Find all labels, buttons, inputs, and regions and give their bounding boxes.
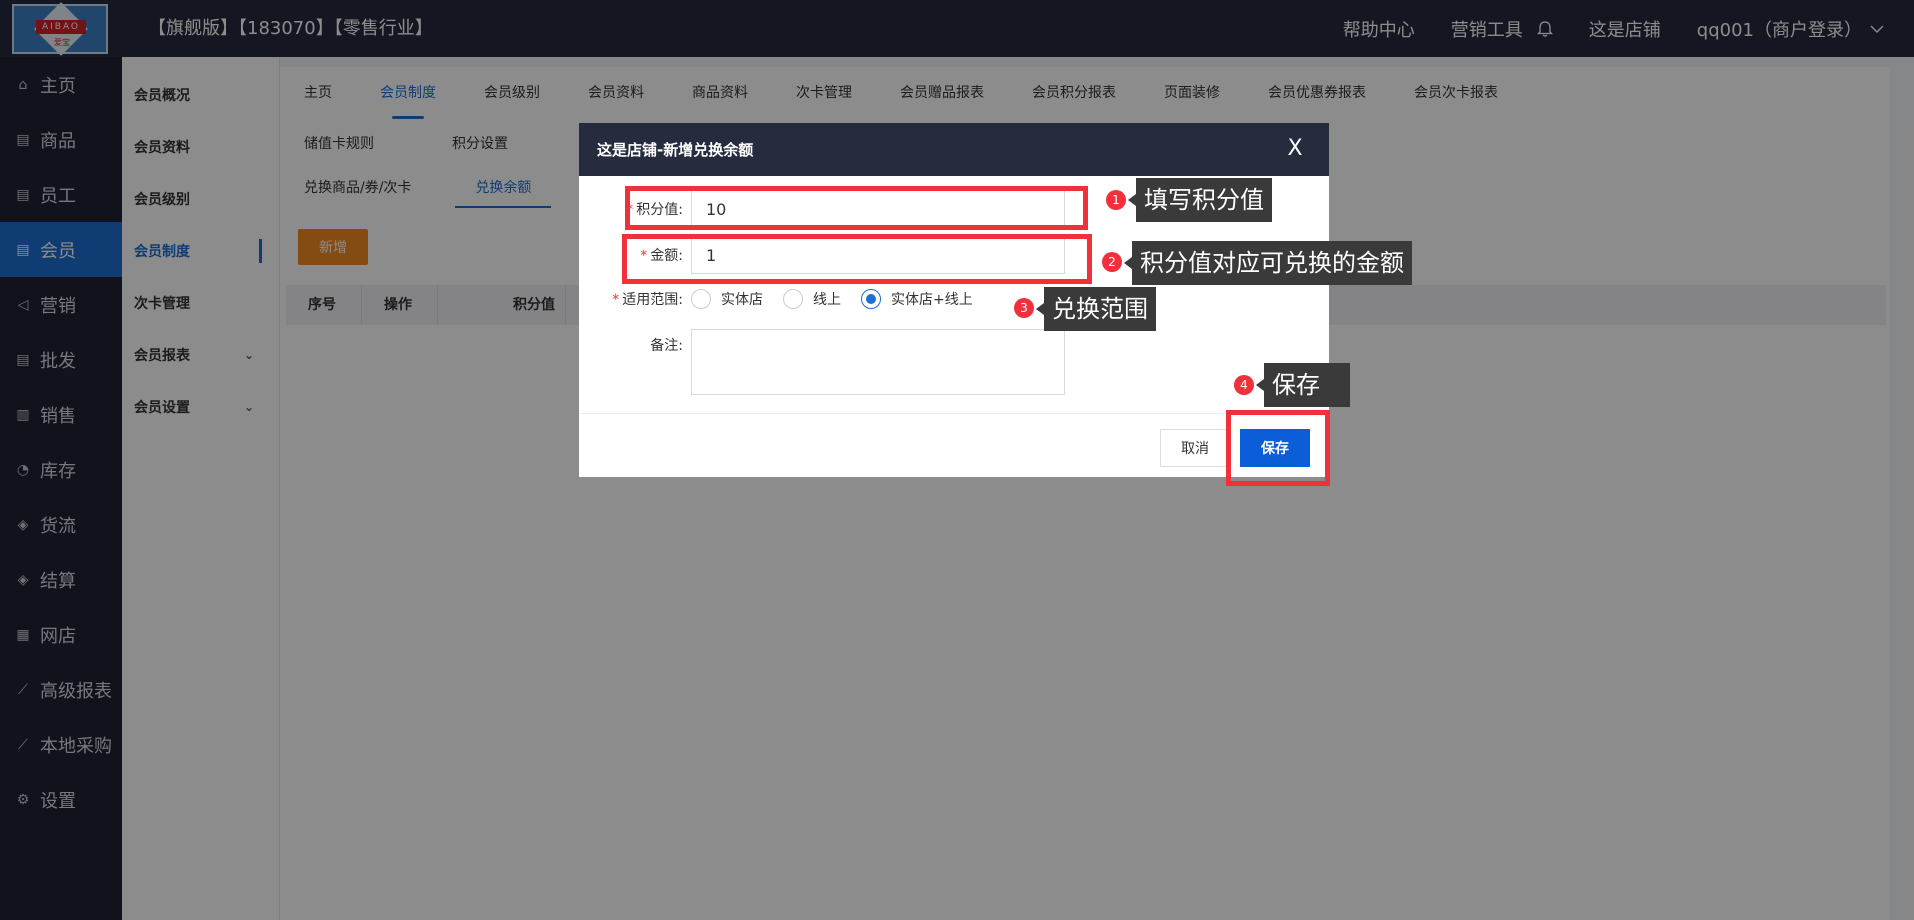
scope-radio-both[interactable]: 实体店+线上 [861, 289, 973, 309]
close-icon[interactable]: X [1283, 137, 1307, 161]
callout-badge-3: 3 [1014, 298, 1034, 318]
callout-4: 保存 [1256, 363, 1350, 407]
dialog-title: 这是店铺-新增兑换余额 [597, 141, 754, 159]
callout-3: 兑换范围 [1036, 287, 1156, 331]
callout-2: 积分值对应可兑换的金额 [1124, 241, 1412, 285]
callout-1: 填写积分值 [1128, 178, 1272, 222]
callout-badge-2: 2 [1102, 252, 1122, 272]
scope-radio-store[interactable]: 实体店 [691, 289, 763, 309]
highlight-save [1226, 410, 1330, 486]
callout-badge-1: 1 [1106, 190, 1126, 210]
callout-badge-4: 4 [1234, 375, 1254, 395]
add-exchange-balance-dialog: 这是店铺-新增兑换余额 X * 积分值: 10 * 金额: 1 * 适用范围: 实体店… [579, 123, 1329, 477]
scope-label: * 适用范围: [612, 292, 683, 308]
highlight-amount [622, 234, 1092, 284]
cancel-button[interactable]: 取消 [1160, 429, 1230, 467]
scope-radio-online[interactable]: 线上 [783, 289, 841, 309]
remark-label: 备注: [650, 338, 683, 354]
highlight-points [625, 186, 1088, 230]
remark-textarea[interactable] [691, 329, 1065, 395]
